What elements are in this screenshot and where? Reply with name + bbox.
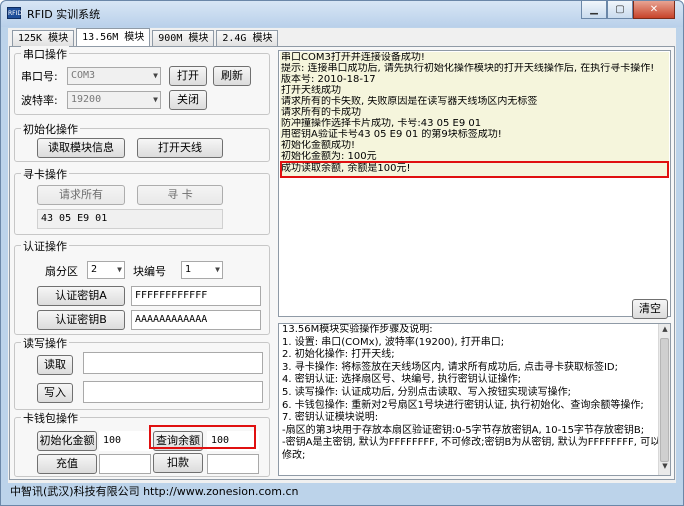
init-amount-button[interactable]: 初始化金额 [37, 431, 97, 451]
tab-2-4g[interactable]: 2.4G 模块 [216, 30, 279, 46]
key-a-field[interactable]: FFFFFFFFFFFF [131, 286, 261, 306]
auth-legend: 认证操作 [21, 238, 69, 254]
log-line: 串口COM3打开并连接设备成功! [281, 52, 425, 63]
key-b-field[interactable]: AAAAAAAAAAAA [131, 310, 261, 330]
log-line: 版本号: 2010-18-17 [281, 74, 376, 85]
deduct-field[interactable] [207, 454, 259, 474]
find-card-button[interactable]: 寻 卡 [137, 185, 223, 205]
client-area: 125K 模块 13.56M 模块 900M 模块 2.4G 模块 串口操作 串… [8, 28, 676, 483]
instruction-line: 7. 密钥认证模块说明: [282, 412, 379, 424]
instruction-line: 2. 初始化操作: 打开天线; [282, 349, 395, 361]
auth-key-a-button[interactable]: 认证密钥A [37, 286, 125, 306]
sector-select[interactable]: 2 ▼ [87, 261, 125, 279]
tab-900m[interactable]: 900M 模块 [152, 30, 215, 46]
port-label: 串口号: [21, 70, 58, 83]
log-line: 初始化金额成功! [281, 140, 356, 151]
instruction-line: 4. 密钥认证: 选择扇区号、块编号, 执行密钥认证操作; [282, 374, 521, 386]
instruction-line: 6. 卡钱包操作: 重新对2号扇区1号块进行密钥认证, 执行初始化、查询余额等操… [282, 399, 644, 411]
write-button[interactable]: 写入 [37, 383, 73, 403]
rw-legend: 读写操作 [21, 335, 69, 351]
minimize-button[interactable]: ▁ [581, 1, 607, 19]
wallet-legend: 卡钱包操作 [21, 410, 80, 426]
module-tabs: 125K 模块 13.56M 模块 900M 模块 2.4G 模块 [12, 28, 280, 46]
chevron-down-icon: ▼ [215, 265, 220, 274]
serial-group: 串口操作 串口号: COM3 ▼ 打开 刷新 波特率: 19200 ▼ 关闭 [14, 46, 270, 115]
close-button[interactable]: ✕ [633, 1, 675, 19]
card-id-field[interactable]: 43 05 E9 01 [37, 209, 223, 229]
request-all-button[interactable]: 请求所有 [37, 185, 125, 205]
chevron-down-icon: ▼ [117, 265, 122, 274]
instruction-line: -扇区的第3块用于存放本扇区验证密钥:0-5字节存放密钥A, 10-15字节存放… [282, 424, 645, 436]
instruction-line: 1. 设置: 串口(COMx), 波特率(19200), 打开串口; [282, 336, 505, 348]
recharge-field[interactable] [99, 454, 151, 474]
instructions-panel: 13.56M模块实验操作步骤及说明: 1. 设置: 串口(COMx), 波特率(… [278, 323, 671, 476]
sector-value: 2 [91, 264, 98, 275]
log-line: 用密钥A验证卡号43 05 E9 01 的第9块标签成功! [281, 129, 502, 140]
auth-key-b-button[interactable]: 认证密钥B [37, 310, 125, 330]
annotation-box-log [280, 161, 669, 178]
rfid-app-icon: RFID [7, 7, 22, 19]
log-panel: 串口COM3打开并连接设备成功! 提示: 连接串口成功后, 请先执行初始化操作模… [278, 50, 671, 319]
scrollbar-thumb[interactable] [660, 338, 669, 462]
read-module-info-button[interactable]: 读取模块信息 [37, 138, 125, 158]
window-title: RFID 实训系统 [27, 8, 101, 21]
open-port-button[interactable]: 打开 [169, 66, 207, 86]
log-line: 请求所有的卡失败, 失败原因是在读写器天线场区内无标签 [281, 96, 538, 107]
instruction-line: 修改; [282, 449, 306, 461]
tab-panel-13-56m: 串口操作 串口号: COM3 ▼ 打开 刷新 波特率: 19200 ▼ 关闭 初… [9, 46, 675, 480]
init-group: 初始化操作 读取模块信息 打开天线 [14, 121, 270, 162]
block-select[interactable]: 1 ▼ [181, 261, 223, 279]
read-field[interactable] [83, 352, 263, 374]
baud-value: 19200 [71, 94, 102, 105]
chevron-down-icon: ▼ [153, 95, 158, 104]
write-field[interactable] [83, 381, 263, 403]
deduct-button[interactable]: 扣款 [153, 453, 203, 473]
maximize-button[interactable]: ▢ [607, 1, 633, 19]
open-antenna-button[interactable]: 打开天线 [137, 138, 223, 158]
tab-13-56m[interactable]: 13.56M 模块 [76, 28, 151, 46]
port-select[interactable]: COM3 ▼ [67, 67, 161, 85]
init-legend: 初始化操作 [21, 121, 80, 137]
app-window: RFID RFID 实训系统 ▁ ▢ ✕ 125K 模块 13.56M 模块 9… [0, 0, 684, 506]
baud-select[interactable]: 19200 ▼ [67, 91, 161, 109]
log-line: 提示: 连接串口成功后, 请先执行初始化操作模块的打开天线操作后, 在执行寻卡操… [281, 63, 655, 74]
minimize-icon: ▁ [590, 4, 598, 15]
block-value: 1 [185, 264, 192, 275]
clear-log-button[interactable]: 清空 [632, 299, 668, 319]
tab-125k[interactable]: 125K 模块 [12, 30, 75, 46]
log-lines: 串口COM3打开并连接设备成功! 提示: 连接串口成功后, 请先执行初始化操作模… [280, 52, 669, 176]
title-bar: RFID RFID 实训系统 ▁ ▢ ✕ [1, 1, 683, 27]
instruction-line: -密钥A是主密钥, 默认为FFFFFFFF, 不可修改;密钥B为从密钥, 默认为… [282, 437, 661, 449]
scroll-up-icon[interactable]: ▲ [660, 325, 670, 337]
close-icon: ✕ [649, 4, 659, 15]
rw-group: 读写操作 读取 写入 [14, 335, 270, 410]
refresh-button[interactable]: 刷新 [213, 66, 251, 86]
search-legend: 寻卡操作 [21, 166, 69, 182]
status-bar: 中智讯(武汉)科技有限公司 http://www.zonesion.com.cn [8, 483, 676, 503]
block-label: 块编号 [133, 265, 166, 278]
close-port-button[interactable]: 关闭 [169, 90, 207, 110]
sector-label: 扇分区 [45, 265, 78, 278]
log-line: 防冲撞操作选择卡片成功, 卡号:43 05 E9 01 [281, 118, 482, 129]
log-line: 打开天线成功 [281, 85, 341, 96]
baud-label: 波特率: [21, 94, 58, 107]
recharge-button[interactable]: 充值 [37, 454, 97, 474]
instruction-line: 3. 寻卡操作: 将标签放在天线场区内, 请求所有成功后, 点击寻卡获取标签ID… [282, 361, 619, 373]
read-button[interactable]: 读取 [37, 355, 73, 375]
annotation-box-balance [149, 425, 256, 449]
instruction-line: 13.56M模块实验操作步骤及说明: [282, 324, 433, 335]
log-line: 请求所有的卡成功 [281, 107, 361, 118]
instructions-scrollbar[interactable]: ▲ ▼ [658, 324, 670, 475]
port-value: COM3 [71, 70, 96, 81]
maximize-icon: ▢ [615, 4, 625, 15]
instruction-line: 5. 读写操作: 认证成功后, 分别点击读取、写入按钮实现读写操作; [282, 386, 571, 398]
serial-legend: 串口操作 [21, 46, 69, 62]
init-amount-field[interactable]: 100 [99, 431, 151, 451]
search-group: 寻卡操作 请求所有 寻 卡 43 05 E9 01 [14, 166, 270, 235]
auth-group: 认证操作 扇分区 2 ▼ 块编号 1 ▼ 认证密钥A FFFFFFFFFFFF … [14, 238, 270, 335]
scroll-down-icon[interactable]: ▼ [660, 462, 670, 474]
chevron-down-icon: ▼ [153, 71, 158, 80]
